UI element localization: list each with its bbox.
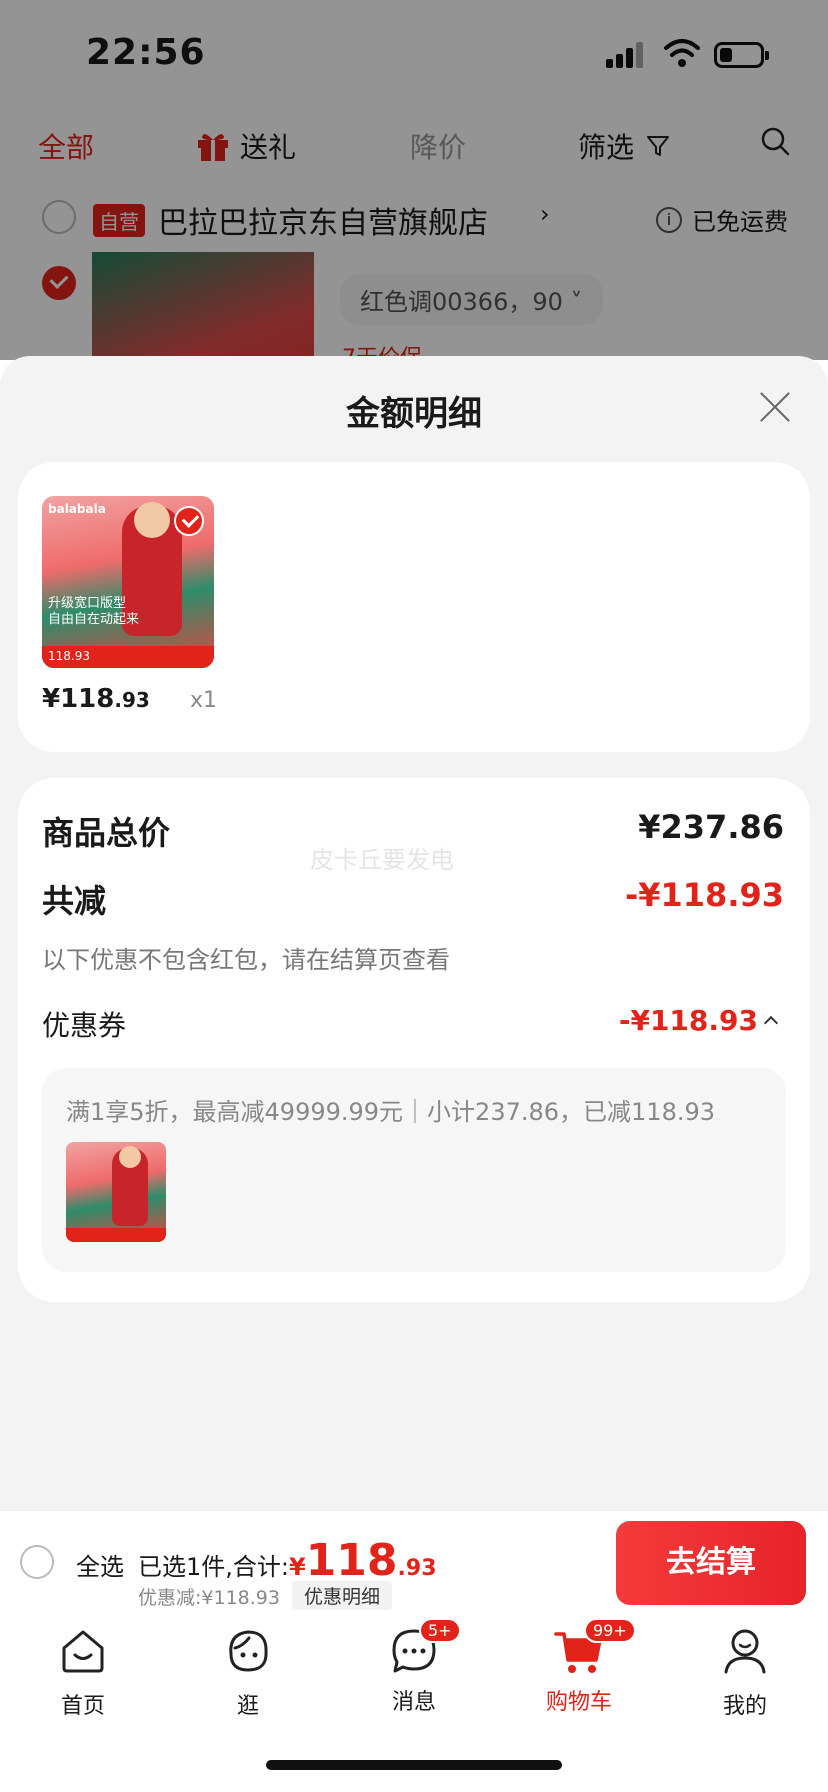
product-brand-text: balabala bbox=[48, 502, 106, 516]
selected-summary: 已选1件,合计:¥118.93 bbox=[138, 1535, 437, 1586]
checkout-bar: 全选 已选1件,合计:¥118.93 优惠减:¥118.93 优惠明细 去结算 bbox=[0, 1510, 828, 1612]
cart-icon-wrap: 99+ bbox=[554, 1618, 636, 1676]
nav-cart[interactable]: 99+ 购物车 bbox=[524, 1618, 636, 1716]
select-all-radio[interactable] bbox=[20, 1545, 54, 1579]
product-headline: 升级宽口版型 自由自在动起来 bbox=[48, 596, 139, 628]
cart-badge: 99+ bbox=[584, 1618, 636, 1643]
discount-detail-button[interactable]: 优惠明细 bbox=[292, 1581, 393, 1610]
product-headline-line2: 自由自在动起来 bbox=[48, 612, 140, 627]
checkout-button[interactable]: 去结算 bbox=[616, 1521, 806, 1605]
total-price-value: ¥237.86 bbox=[638, 808, 784, 846]
product-price-tag: 118.93 bbox=[42, 646, 214, 668]
home-indicator bbox=[266, 1760, 562, 1770]
chevron-up-icon[interactable] bbox=[763, 1015, 779, 1031]
product-price: ¥118.93 bbox=[42, 684, 150, 714]
selected-count-text: 已选1件,合计: bbox=[138, 1553, 289, 1581]
nav-browse-label: 逛 bbox=[236, 1694, 259, 1719]
watermark: 皮卡丘要发电 bbox=[310, 846, 454, 874]
nav-home-label: 首页 bbox=[60, 1694, 105, 1719]
coupon-value[interactable]: -¥118.93 bbox=[619, 1004, 758, 1037]
modal-overlay[interactable] bbox=[0, 0, 828, 360]
nav-messages-label: 消息 bbox=[391, 1690, 436, 1715]
sheet-title: 金额明细 bbox=[346, 394, 482, 434]
select-all-label[interactable]: 全选 bbox=[76, 1547, 124, 1582]
nav-browse[interactable]: 逛 bbox=[193, 1626, 303, 1720]
checkout-total-main: 118 bbox=[305, 1535, 398, 1586]
profile-icon bbox=[724, 1629, 766, 1674]
coupon-label[interactable]: 优惠券 bbox=[42, 1004, 126, 1044]
nav-profile-label: 我的 bbox=[722, 1694, 767, 1719]
product-price-main: ¥118 bbox=[42, 684, 115, 714]
reduction-note: 以下优惠不包含红包，请在结算页查看 bbox=[42, 946, 450, 974]
currency-symbol: ¥ bbox=[288, 1553, 306, 1581]
coupon-detail-box: 满1享5折，最高减49999.99元｜小计237.86，已减118.93 bbox=[42, 1068, 786, 1272]
total-reduction-value: -¥118.93 bbox=[624, 876, 784, 914]
amount-detail-sheet: 金额明细 balabala 升级宽口版型 自由自在动起来 118.93 ¥118… bbox=[0, 356, 828, 1512]
product-headline-line1: 升级宽口版型 bbox=[48, 596, 127, 611]
total-reduction-label: 共减 bbox=[42, 882, 107, 920]
browse-face-icon bbox=[229, 1630, 268, 1672]
nav-profile[interactable]: 我的 bbox=[690, 1626, 800, 1720]
coupon-description: 满1享5折，最高减49999.99元｜小计237.86，已减118.93 bbox=[66, 1098, 716, 1126]
home-icon bbox=[62, 1630, 104, 1673]
checkout-total: ¥118.93 bbox=[288, 1535, 437, 1586]
nav-home[interactable]: 首页 bbox=[28, 1626, 138, 1720]
checkout-total-decimal: .93 bbox=[397, 1556, 437, 1581]
coupon-thumb-figure bbox=[112, 1146, 148, 1226]
coupon-product-thumbnail bbox=[66, 1142, 166, 1242]
selected-check-icon bbox=[174, 506, 204, 536]
nav-cart-label: 购物车 bbox=[545, 1690, 612, 1715]
discount-summary: 优惠减:¥118.93 bbox=[138, 1587, 280, 1609]
messages-icon-wrap: 5+ bbox=[389, 1618, 461, 1676]
product-list-card: balabala 升级宽口版型 自由自在动起来 118.93 ¥118.93 x… bbox=[18, 462, 810, 752]
nav-messages[interactable]: 5+ 消息 bbox=[359, 1618, 469, 1716]
total-price-label: 商品总价 bbox=[42, 814, 171, 852]
bottom-tab-bar: 首页 逛 5+ 消息 99+ 购物车 我的 bbox=[0, 1612, 828, 1792]
messages-badge: 5+ bbox=[419, 1618, 461, 1643]
product-price-decimal: .93 bbox=[114, 688, 150, 712]
product-image[interactable]: balabala 升级宽口版型 自由自在动起来 118.93 bbox=[42, 496, 214, 668]
close-icon[interactable] bbox=[758, 390, 792, 424]
product-quantity: x1 bbox=[190, 688, 218, 713]
coupon-thumb-tag bbox=[66, 1228, 166, 1242]
